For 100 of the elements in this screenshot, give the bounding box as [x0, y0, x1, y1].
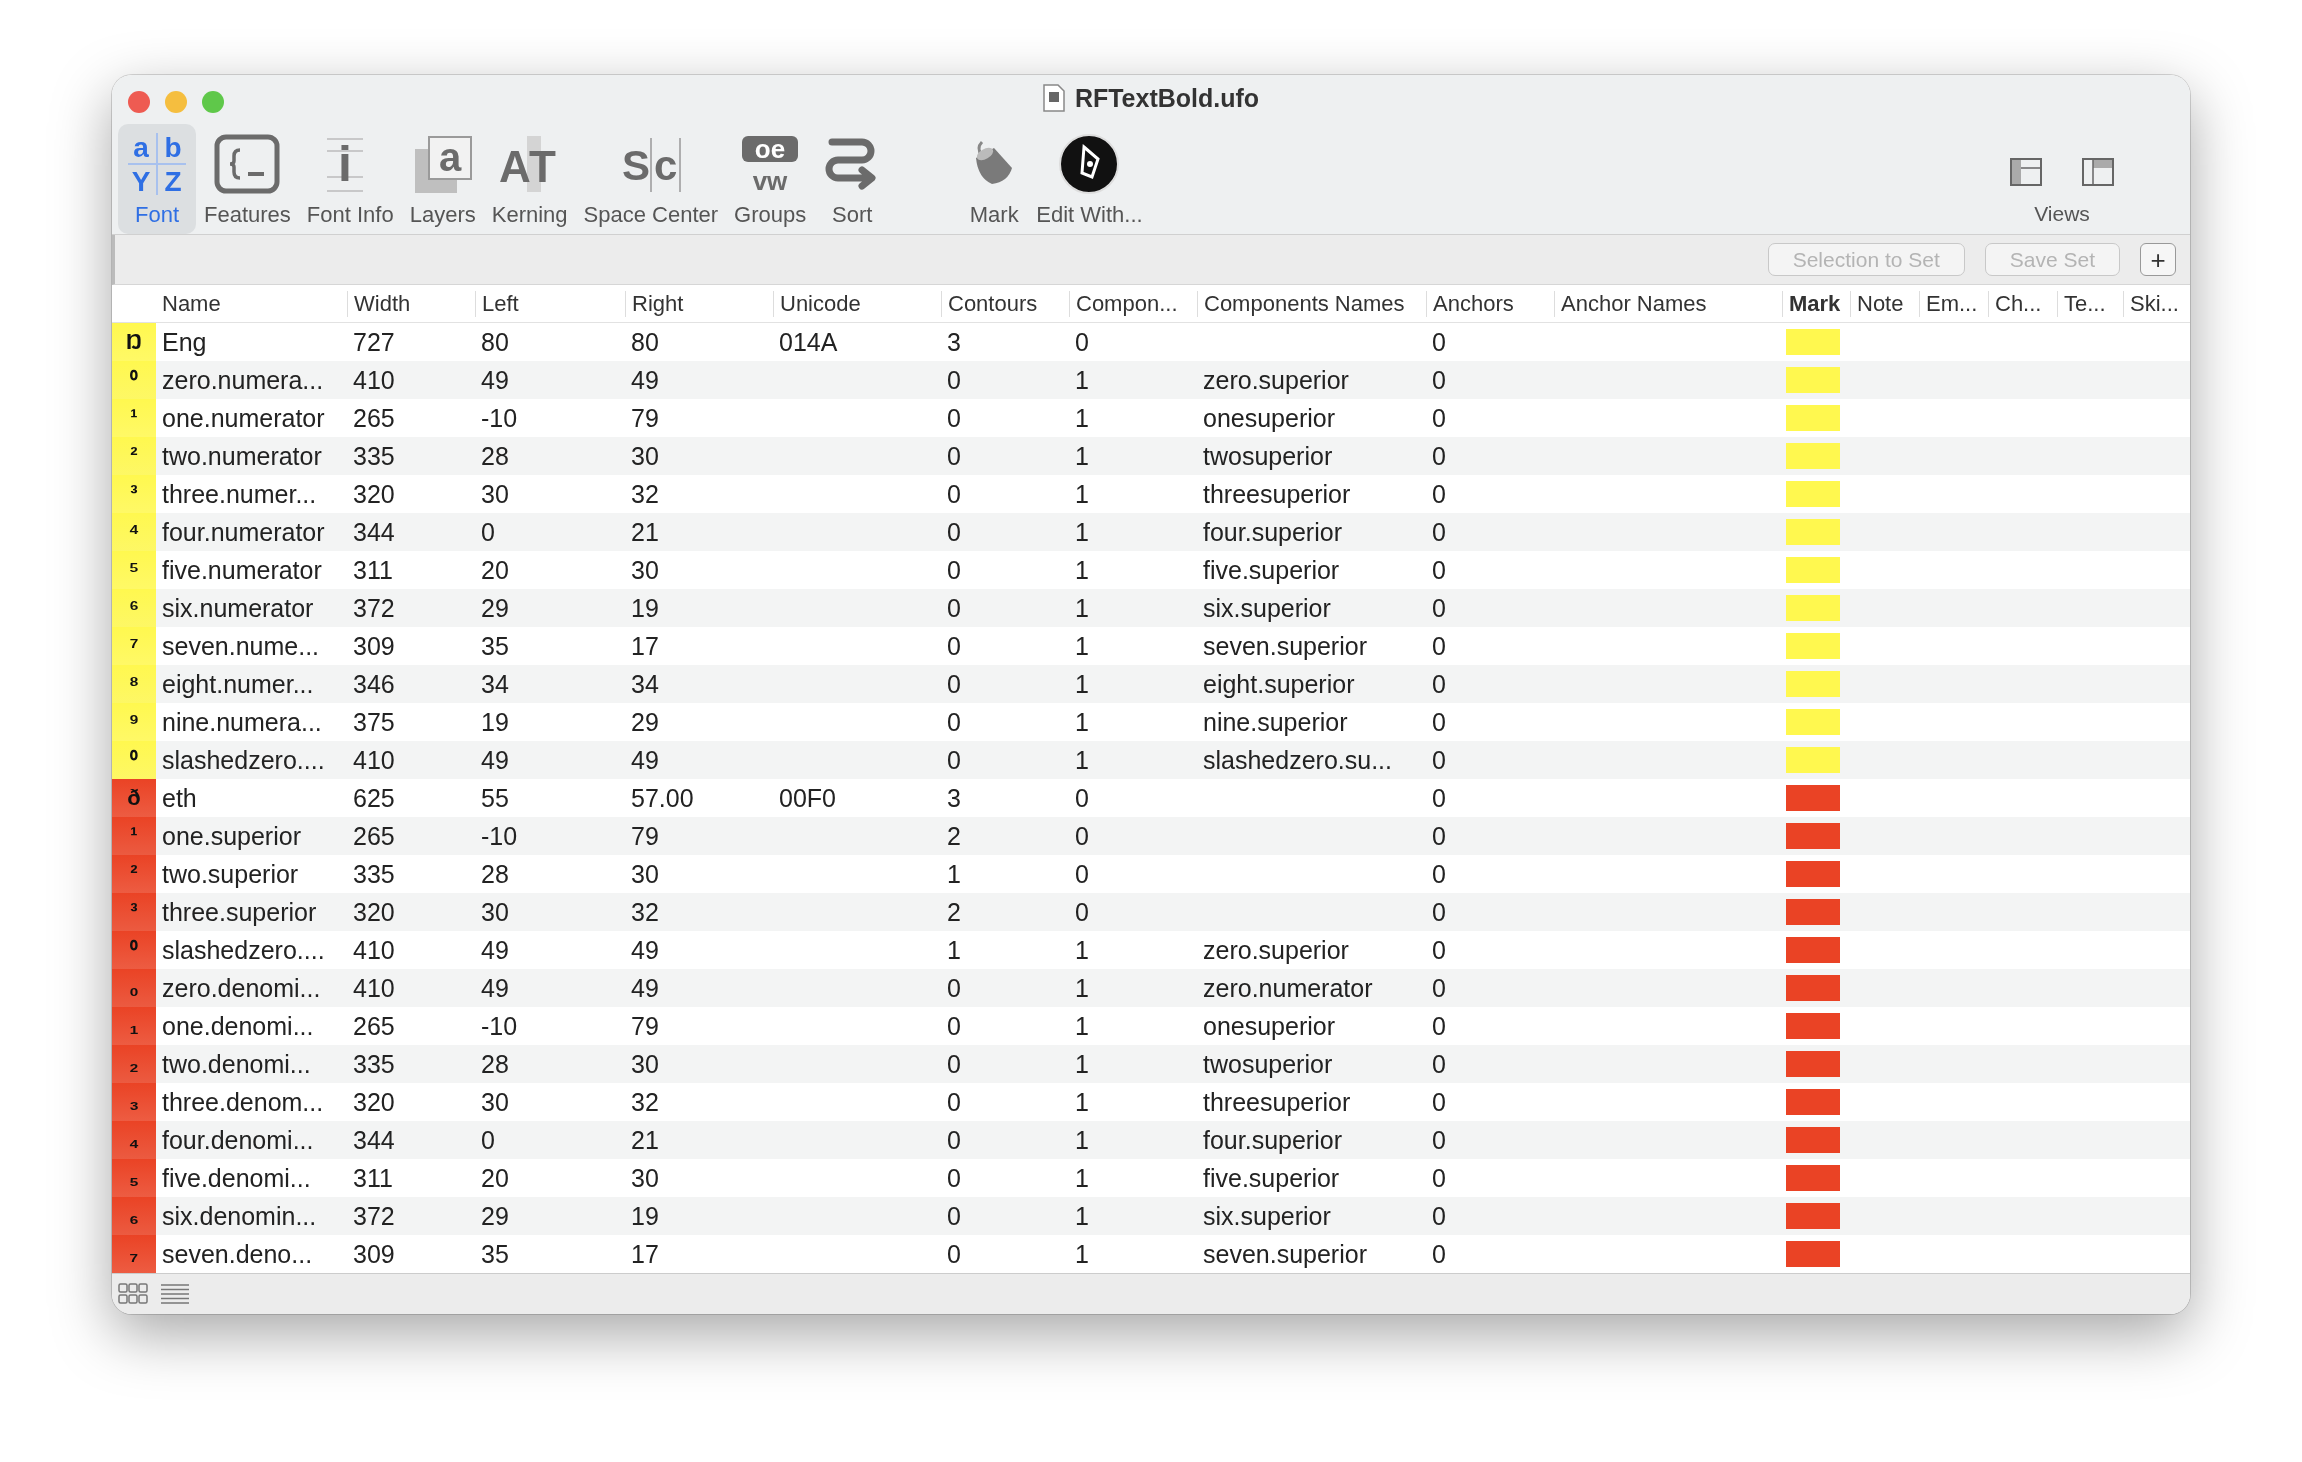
table-cell-text: 21	[630, 1125, 660, 1155]
table-cell-text: five.superior	[1202, 555, 1341, 585]
table-cell-text: 0	[946, 403, 962, 433]
table-cell-text: 30	[630, 1163, 660, 1193]
glyph-cell: ð	[112, 779, 156, 818]
toolbar-button[interactable]: oe vw Groups	[726, 124, 815, 235]
table-cell-text: 0	[946, 365, 962, 395]
close-button[interactable]	[128, 91, 150, 113]
toolbar-button[interactable]: Sort	[814, 124, 891, 235]
add-button[interactable]: +	[2140, 243, 2176, 277]
table-cell-text: 1	[1074, 1087, 1090, 1117]
table-cell-text: 309	[352, 631, 396, 661]
list-view-icon[interactable]	[160, 1283, 190, 1306]
table-cell-text: 1	[946, 859, 962, 889]
table-cell-text: 0	[1431, 365, 1447, 395]
table-cell-text: 0	[1431, 441, 1447, 471]
column-header[interactable]: Width	[347, 290, 475, 317]
table-cell-text: four.superior	[1202, 517, 1343, 547]
table-cell-text: twosuperior	[1202, 441, 1334, 471]
table-cell-text: 0	[1431, 631, 1447, 661]
column-header[interactable]: Anchor Names	[1554, 290, 1782, 317]
toolbar-button[interactable]: Edit With...	[1028, 124, 1151, 235]
table-cell-text: 0	[1431, 707, 1447, 737]
table-cell-text: 35	[480, 1239, 510, 1269]
table-cell-text: 32	[630, 479, 660, 509]
table-cell-text: 335	[352, 859, 396, 889]
column-header[interactable]: Ski...	[2123, 290, 2190, 317]
toolbar-button[interactable]: i Font Info	[298, 124, 402, 235]
toolbar-button[interactable]: Mark	[960, 124, 1029, 235]
glyph-cell: ⁰	[112, 931, 156, 970]
table-cell-text: zero.superior	[1202, 365, 1350, 395]
column-header[interactable]: Left	[475, 290, 625, 317]
column-header[interactable]: Mark	[1782, 290, 1850, 317]
table-cell-text: 311	[352, 1163, 394, 1193]
table-cell-text: 49	[480, 745, 510, 775]
table-cell-text: 0	[1431, 403, 1447, 433]
column-header[interactable]: Components Names	[1197, 290, 1426, 317]
table-cell-text: six.denomin...	[161, 1201, 318, 1231]
table-cell-text: 372	[352, 1201, 396, 1231]
column-header[interactable]: Name	[156, 290, 347, 317]
column-header[interactable]: Anchors	[1426, 290, 1554, 317]
sidebar-view-icon[interactable]	[2010, 158, 2042, 187]
column-header[interactable]: Te...	[2057, 290, 2123, 317]
table-cell-text: 0	[946, 517, 962, 547]
table-cell-text: 29	[630, 707, 660, 737]
table-cell-text: 265	[352, 1011, 396, 1041]
table-cell-text: 0	[480, 517, 496, 547]
table-cell-text: 49	[480, 935, 510, 965]
table-cell-text: 1	[1074, 1163, 1090, 1193]
table-cell-text: 0	[946, 1201, 962, 1231]
column-header[interactable]: Ch...	[1988, 290, 2057, 317]
table-cell-text: 3	[946, 327, 962, 357]
table-cell-text: 320	[352, 897, 396, 927]
table-cell-text: zero.denomi...	[161, 973, 322, 1003]
table-cell-text: 265	[352, 821, 396, 851]
table-cell-text: 0	[1431, 783, 1447, 813]
table-cell-text: 0	[1431, 1239, 1447, 1269]
table-cell-text: six.superior	[1202, 1201, 1332, 1231]
table-cell-text: 727	[352, 327, 396, 357]
column-header[interactable]: Em...	[1919, 290, 1988, 317]
table-cell-text: four.numerator	[161, 517, 326, 547]
table-cell-text: slashedzero.su...	[1202, 745, 1393, 775]
table-cell-text: 19	[630, 1201, 660, 1231]
table-cell-text: 0	[1431, 935, 1447, 965]
top-panel-view-icon[interactable]	[2082, 158, 2114, 187]
table-cell-text: 1	[1074, 517, 1090, 547]
table-cell-text: 335	[352, 1049, 396, 1079]
column-header[interactable]: Unicode	[773, 290, 941, 317]
table-cell-text: 309	[352, 1239, 396, 1269]
table-cell-text: 2	[946, 821, 962, 851]
column-header[interactable]: Note	[1850, 290, 1919, 317]
table-cell-text: 80	[480, 327, 510, 357]
table-cell-text: 0	[946, 593, 962, 623]
table-cell-text: slashedzero....	[161, 935, 326, 965]
glyph-cell: ₇	[112, 1235, 156, 1274]
column-header[interactable]: Right	[625, 290, 773, 317]
toolbar-button[interactable]: AT Kerning	[483, 124, 576, 235]
table-cell-text: slashedzero....	[161, 745, 326, 775]
table-cell-text: 0	[1431, 555, 1447, 585]
table-cell-text: 1	[1074, 669, 1090, 699]
table-cell-text: 372	[352, 593, 396, 623]
table-cell-text: 0	[946, 707, 962, 737]
grid-view-icon[interactable]	[118, 1283, 148, 1306]
table-cell-text: one.superior	[161, 821, 302, 851]
column-header[interactable]: Contours	[941, 290, 1069, 317]
table-cell-text: 344	[352, 517, 396, 547]
toolbar-button[interactable]: Sc Space Center	[575, 124, 727, 235]
table-cell-text: 1	[1074, 631, 1090, 661]
table-cell-text: 30	[480, 479, 510, 509]
table-cell-text: 0	[946, 1049, 962, 1079]
table-cell-text: 19	[630, 593, 660, 623]
toolbar-button[interactable]: Features	[196, 124, 299, 235]
table-cell-text: five.denomi...	[161, 1163, 312, 1193]
glyph-cell: ⁴	[112, 513, 156, 552]
table-cell-text: 29	[480, 1201, 510, 1231]
column-header[interactable]: Compon...	[1069, 290, 1197, 317]
table-cell-text: three.superior	[161, 897, 318, 927]
table-cell-text: 1	[1074, 707, 1090, 737]
toolbar-button[interactable]: a Layers	[401, 124, 484, 235]
table-cell-text: six.numerator	[161, 593, 315, 623]
